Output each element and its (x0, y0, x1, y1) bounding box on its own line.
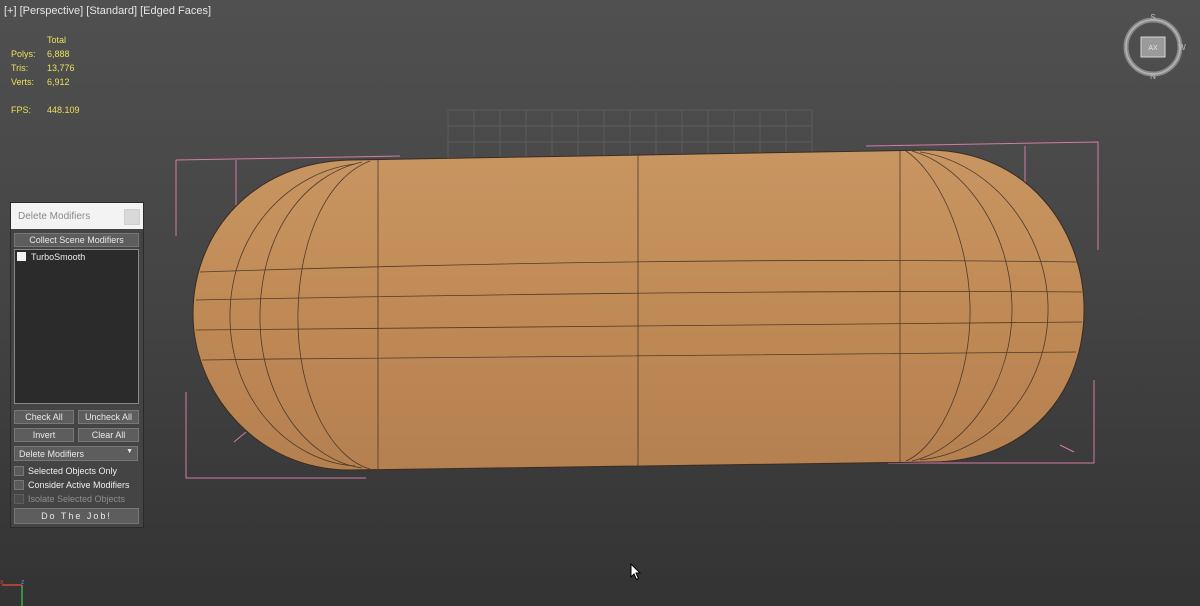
mode-dropdown-value: Delete Modifiers (19, 448, 85, 459)
stats-row-verts: Verts: 6,912 (11, 77, 70, 87)
mode-dropdown[interactable]: Delete Modifiers ▼ (14, 446, 138, 461)
viewport-label[interactable]: [+] [Perspective] [Standard] [Edged Face… (4, 5, 211, 17)
delete-modifiers-panel: Delete Modifiers Collect Scene Modifiers… (10, 202, 144, 528)
stats-header: Total (47, 35, 67, 45)
stats-row-tris: Tris: 13,776 (11, 63, 75, 73)
do-the-job-button[interactable]: Do The Job! (14, 508, 139, 524)
list-item-label: TurboSmooth (31, 251, 86, 262)
uncheck-all-button[interactable]: Uncheck All (78, 410, 139, 424)
viewcube-west-label: W (1178, 43, 1186, 52)
viewcube-north-label: N (1150, 72, 1156, 81)
viewport-menu-display[interactable]: [Edged Faces] (140, 5, 211, 17)
viewport-menu-view[interactable]: [Perspective] (20, 5, 84, 17)
chevron-down-icon: ▼ (126, 448, 133, 455)
collect-scene-modifiers-button[interactable]: Collect Scene Modifiers (14, 233, 139, 247)
viewport-scene[interactable] (0, 0, 1200, 606)
mouse-cursor-icon (630, 563, 642, 581)
option-label: Isolate Selected Objects (28, 493, 126, 504)
axis-z-label: z (21, 579, 25, 586)
stats-row-fps: FPS: 448.109 (11, 105, 80, 115)
panel-close-button[interactable] (124, 209, 140, 225)
grid-object (447, 109, 813, 159)
panel-title-bar[interactable]: Delete Modifiers (11, 203, 143, 229)
clear-all-button[interactable]: Clear All (78, 428, 139, 442)
stats-row-polys: Polys: 6,888 (11, 49, 70, 59)
viewport-statistics: Total Polys: 6,888 Tris: 13,776 Verts: 6,91… (11, 33, 80, 117)
option-checkbox[interactable] (14, 465, 24, 476)
option-checkbox[interactable] (14, 479, 24, 490)
wooden-board-mesh[interactable] (192, 149, 1085, 471)
viewcube-face-label: AX (1148, 45, 1158, 52)
option-label: Consider Active Modifiers (28, 479, 130, 490)
modifier-list[interactable]: TurboSmooth (14, 249, 139, 404)
option-checkbox (14, 493, 24, 504)
viewcube-icon[interactable]: AX S N W (1118, 12, 1188, 82)
list-item[interactable]: TurboSmooth (15, 250, 138, 263)
viewport-menu-plus[interactable]: [+] (4, 5, 17, 17)
panel-title: Delete Modifiers (18, 210, 91, 222)
option-isolate-selected-objects: Isolate Selected Objects (14, 492, 125, 505)
invert-button[interactable]: Invert (14, 428, 74, 442)
option-consider-active-modifiers[interactable]: Consider Active Modifiers (14, 478, 130, 491)
axis-x-label: x (0, 579, 4, 586)
viewcube-south-label: S (1150, 13, 1155, 22)
viewport-menu-shading[interactable]: [Standard] (86, 5, 137, 17)
option-label: Selected Objects Only (28, 465, 118, 476)
list-item-checkbox[interactable] (17, 252, 26, 261)
axis-tripod-icon: x z (0, 579, 25, 606)
check-all-button[interactable]: Check All (14, 410, 74, 424)
option-selected-objects-only[interactable]: Selected Objects Only (14, 464, 117, 477)
